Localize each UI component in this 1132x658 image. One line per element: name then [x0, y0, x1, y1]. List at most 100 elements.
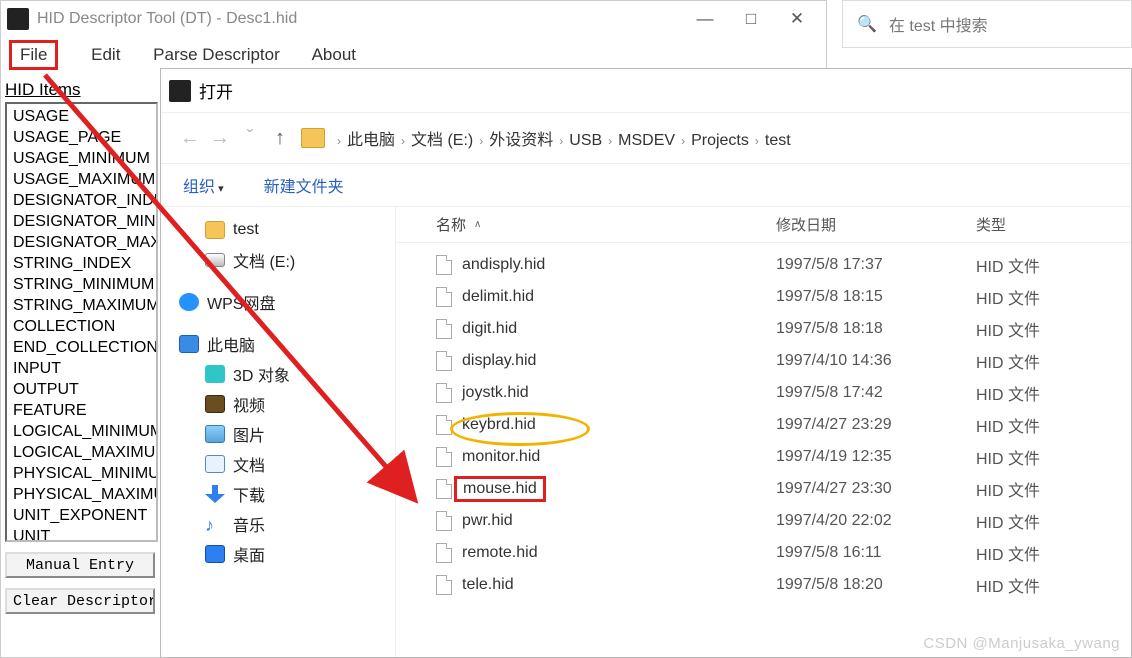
list-item[interactable]: OUTPUT: [13, 379, 150, 400]
breadcrumb[interactable]: ›此电脑›文档 (E:)›外设资料›USB›MSDEV›Projects›tes…: [331, 126, 791, 150]
list-item[interactable]: DESIGNATOR_MINIMUM: [13, 211, 150, 232]
folder-icon: [301, 128, 325, 148]
tree-item[interactable]: 桌面: [179, 539, 387, 569]
file-row[interactable]: display.hid 1997/4/10 14:36 HID 文件: [396, 345, 1131, 377]
list-item[interactable]: INPUT: [13, 358, 150, 379]
file-date: 1997/4/20 22:02: [776, 512, 976, 530]
list-item[interactable]: STRING_MINIMUM: [13, 274, 150, 295]
header-date[interactable]: 修改日期: [776, 217, 836, 234]
menu-parse[interactable]: Parse Descriptor: [153, 45, 280, 64]
file-icon: [436, 319, 452, 339]
new-folder-button[interactable]: 新建文件夹: [264, 173, 344, 197]
pic-icon: [205, 425, 225, 443]
breadcrumb-item[interactable]: Projects: [691, 132, 749, 149]
tree-item[interactable]: 此电脑: [179, 329, 387, 359]
tree-item-label: 3D 对象: [233, 362, 290, 386]
nav-back-icon[interactable]: ←: [175, 127, 205, 150]
file-date: 1997/4/27 23:29: [776, 416, 976, 434]
clear-descriptor-button[interactable]: Clear Descriptor: [5, 588, 155, 614]
breadcrumb-item[interactable]: 文档 (E:): [411, 132, 473, 149]
menu-edit[interactable]: Edit: [91, 45, 120, 64]
file-row[interactable]: keybrd.hid 1997/4/27 23:29 HID 文件: [396, 409, 1131, 441]
breadcrumb-item[interactable]: 此电脑: [347, 132, 395, 149]
file-row[interactable]: delimit.hid 1997/5/8 18:15 HID 文件: [396, 281, 1131, 313]
maximize-button[interactable]: □: [728, 1, 774, 37]
folder-icon: [205, 221, 225, 239]
dialog-title-bar: 打开: [161, 69, 1131, 113]
tree-item-label: 图片: [233, 422, 265, 446]
file-row[interactable]: andisply.hid 1997/5/8 17:37 HID 文件: [396, 249, 1131, 281]
watermark: CSDN @Manjusaka_ywang: [923, 635, 1120, 652]
breadcrumb-item[interactable]: test: [765, 132, 791, 149]
file-name: digit.hid: [462, 320, 517, 338]
header-type[interactable]: 类型: [976, 217, 1006, 234]
organize-button[interactable]: 组织: [183, 173, 224, 197]
breadcrumb-item[interactable]: 外设资料: [489, 132, 553, 149]
list-item[interactable]: USAGE_MINIMUM: [13, 148, 150, 169]
list-item[interactable]: COLLECTION: [13, 316, 150, 337]
title-bar: HID Descriptor Tool (DT) - Desc1.hid — □…: [1, 1, 826, 37]
file-row[interactable]: pwr.hid 1997/4/20 22:02 HID 文件: [396, 505, 1131, 537]
tree-item-label: 此电脑: [207, 332, 255, 356]
tree-item[interactable]: 文档: [179, 449, 387, 479]
menu-file[interactable]: File: [9, 40, 58, 70]
tree-item[interactable]: 文档 (E:): [179, 245, 387, 275]
tree-item[interactable]: WPS网盘: [179, 287, 387, 317]
folder-tree[interactable]: test文档 (E:) WPS网盘此电脑 3D 对象视频图片文档下载♪音乐桌面: [161, 207, 396, 657]
file-row[interactable]: remote.hid 1997/5/8 16:11 HID 文件: [396, 537, 1131, 569]
file-header[interactable]: 名称∧ 修改日期 类型: [396, 207, 1131, 243]
file-icon: [436, 479, 452, 499]
breadcrumb-item[interactable]: MSDEV: [618, 132, 675, 149]
file-row[interactable]: joystk.hid 1997/5/8 17:42 HID 文件: [396, 377, 1131, 409]
file-date: 1997/5/8 18:15: [776, 288, 976, 306]
cloud-icon: [179, 293, 199, 311]
tree-item[interactable]: 3D 对象: [179, 359, 387, 389]
list-item[interactable]: USAGE: [13, 106, 150, 127]
list-item[interactable]: UNIT: [13, 526, 150, 542]
minimize-button[interactable]: —: [682, 1, 728, 37]
file-date: 1997/4/10 14:36: [776, 352, 976, 370]
close-button[interactable]: ✕: [774, 1, 820, 37]
file-icon: [436, 351, 452, 371]
tree-item[interactable]: 下载: [179, 479, 387, 509]
hid-items-list[interactable]: USAGEUSAGE_PAGEUSAGE_MINIMUMUSAGE_MAXIMU…: [5, 102, 158, 542]
list-item[interactable]: STRING_MAXIMUM: [13, 295, 150, 316]
tree-item[interactable]: 视频: [179, 389, 387, 419]
breadcrumb-item[interactable]: USB: [569, 132, 602, 149]
list-item[interactable]: PHYSICAL_MAXIMUM: [13, 484, 150, 505]
list-item[interactable]: USAGE_MAXIMUM: [13, 169, 150, 190]
list-item[interactable]: FEATURE: [13, 400, 150, 421]
menu-about[interactable]: About: [312, 45, 356, 64]
file-list[interactable]: andisply.hid 1997/5/8 17:37 HID 文件 delim…: [396, 243, 1131, 601]
down-icon: [205, 485, 225, 503]
file-name: monitor.hid: [462, 448, 540, 466]
tree-item[interactable]: test: [179, 215, 387, 245]
file-type: HID 文件: [976, 413, 1131, 437]
tree-item[interactable]: 图片: [179, 419, 387, 449]
dialog-toolbar: 组织 新建文件夹: [161, 163, 1131, 207]
list-item[interactable]: STRING_INDEX: [13, 253, 150, 274]
file-row[interactable]: mouse.hid 1997/4/27 23:30 HID 文件: [396, 473, 1131, 505]
nav-up-icon[interactable]: ↑: [265, 127, 295, 150]
file-row[interactable]: digit.hid 1997/5/8 18:18 HID 文件: [396, 313, 1131, 345]
list-item[interactable]: DESIGNATOR_INDEX: [13, 190, 150, 211]
file-icon: [436, 287, 452, 307]
tree-item[interactable]: ♪音乐: [179, 509, 387, 539]
nav-forward-icon[interactable]: →: [205, 127, 235, 150]
list-item[interactable]: USAGE_PAGE: [13, 127, 150, 148]
file-row[interactable]: tele.hid 1997/5/8 18:20 HID 文件: [396, 569, 1131, 601]
list-item[interactable]: LOGICAL_MAXIMUM: [13, 442, 150, 463]
nav-recent-icon[interactable]: ˇ: [235, 127, 265, 150]
header-name[interactable]: 名称: [436, 214, 466, 235]
search-bar[interactable]: 🔍 在 test 中搜索: [842, 0, 1132, 48]
list-item[interactable]: END_COLLECTION: [13, 337, 150, 358]
file-row[interactable]: monitor.hid 1997/4/19 12:35 HID 文件: [396, 441, 1131, 473]
list-item[interactable]: UNIT_EXPONENT: [13, 505, 150, 526]
open-dialog: 打开 ← → ˇ ↑ ›此电脑›文档 (E:)›外设资料›USB›MSDEV›P…: [160, 68, 1132, 658]
manual-entry-button[interactable]: Manual Entry: [5, 552, 155, 578]
file-type: HID 文件: [976, 381, 1131, 405]
file-name: andisply.hid: [462, 256, 545, 274]
list-item[interactable]: DESIGNATOR_MAXIMUM: [13, 232, 150, 253]
list-item[interactable]: LOGICAL_MINIMUM: [13, 421, 150, 442]
list-item[interactable]: PHYSICAL_MINIMUM: [13, 463, 150, 484]
